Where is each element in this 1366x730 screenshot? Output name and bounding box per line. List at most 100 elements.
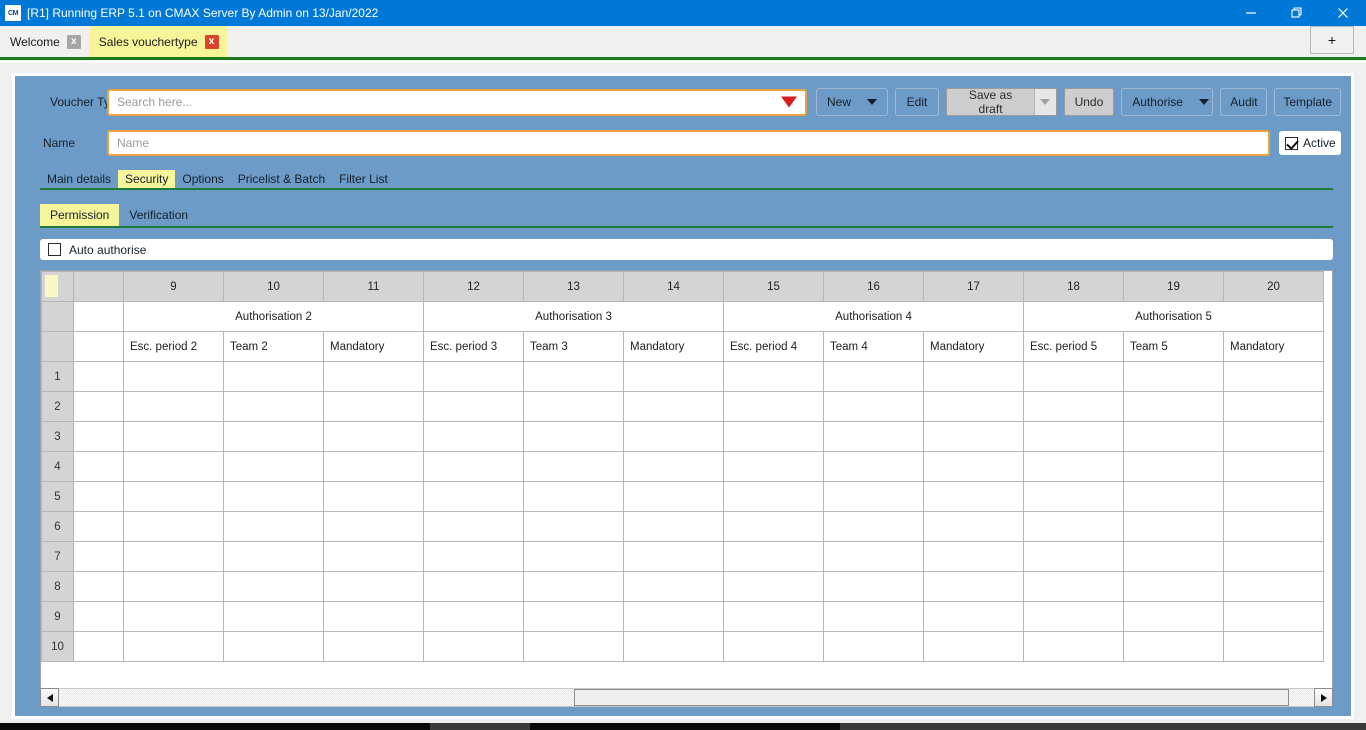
- grid-cell[interactable]: [423, 391, 524, 422]
- subheader-mandatory-5[interactable]: Mandatory: [1223, 331, 1324, 362]
- grid-cell[interactable]: [1123, 421, 1224, 452]
- grid-cell[interactable]: [623, 481, 724, 512]
- table-row[interactable]: 8: [41, 571, 1324, 602]
- scroll-right-arrow-icon[interactable]: [1314, 688, 1333, 707]
- column-number-19[interactable]: 19: [1123, 271, 1224, 302]
- row-number-10[interactable]: 10: [41, 631, 74, 662]
- active-checkbox[interactable]: [1285, 136, 1298, 150]
- voucher-type-search-field[interactable]: [107, 88, 807, 116]
- undo-button[interactable]: Undo: [1063, 88, 1115, 116]
- grid-cell[interactable]: [923, 541, 1024, 572]
- row-selector-cell[interactable]: [73, 571, 124, 602]
- grid-cell[interactable]: [1123, 601, 1224, 632]
- subheader-team-4[interactable]: Team 4: [823, 331, 924, 362]
- column-number-11[interactable]: 11: [323, 271, 424, 302]
- name-input[interactable]: [107, 130, 1270, 156]
- row-selector-cell[interactable]: [73, 361, 124, 392]
- grid-cell[interactable]: [423, 421, 524, 452]
- grid-cell[interactable]: [223, 451, 324, 482]
- grid-cell[interactable]: [1223, 391, 1324, 422]
- grid-cell[interactable]: [1123, 361, 1224, 392]
- grid-cell[interactable]: [823, 421, 924, 452]
- grid-cell[interactable]: [123, 601, 224, 632]
- grid-cell[interactable]: [223, 631, 324, 662]
- grid-cell[interactable]: [1023, 451, 1124, 482]
- grid-cell[interactable]: [1023, 481, 1124, 512]
- grid-cell[interactable]: [1223, 571, 1324, 602]
- grid-cell[interactable]: [723, 511, 824, 542]
- row-selector-cell[interactable]: [73, 421, 124, 452]
- table-row[interactable]: 3: [41, 421, 1324, 452]
- grid-cell[interactable]: [423, 631, 524, 662]
- row-selector-cell[interactable]: [73, 451, 124, 482]
- grid-cell[interactable]: [323, 541, 424, 572]
- grid-cell[interactable]: [323, 571, 424, 602]
- subheader-esc-period-4[interactable]: Esc. period 4: [723, 331, 824, 362]
- row-number-1[interactable]: 1: [41, 361, 74, 392]
- template-button[interactable]: Template: [1274, 88, 1341, 116]
- grid-cell[interactable]: [923, 481, 1024, 512]
- scrollbar-track[interactable]: [59, 688, 1314, 707]
- grid-cell[interactable]: [423, 451, 524, 482]
- row-number-7[interactable]: 7: [41, 541, 74, 572]
- grid-cell[interactable]: [523, 361, 624, 392]
- grid-cell[interactable]: [123, 541, 224, 572]
- tab-options[interactable]: Options: [175, 170, 230, 188]
- grid-cell[interactable]: [323, 481, 424, 512]
- row-selector-cell[interactable]: [73, 631, 124, 662]
- grid-cell[interactable]: [1023, 601, 1124, 632]
- save-as-draft-split-button[interactable]: Save as draft: [946, 88, 1057, 116]
- grid-cell[interactable]: [823, 631, 924, 662]
- grid-cell[interactable]: [423, 511, 524, 542]
- row-selector-cell[interactable]: [73, 481, 124, 512]
- grid-cell[interactable]: [923, 571, 1024, 602]
- grid-cell[interactable]: [823, 601, 924, 632]
- grid-cell[interactable]: [523, 601, 624, 632]
- grid-corner-cell[interactable]: [41, 271, 74, 302]
- grid-cell[interactable]: [723, 601, 824, 632]
- grid-cell[interactable]: [223, 541, 324, 572]
- auto-authorise-checkbox[interactable]: [48, 243, 61, 256]
- grid-cell[interactable]: [1223, 481, 1324, 512]
- new-button[interactable]: New: [816, 88, 888, 116]
- column-number-9[interactable]: 9: [123, 271, 224, 302]
- grid-cell[interactable]: [1123, 541, 1224, 572]
- grid-cell[interactable]: [1023, 391, 1124, 422]
- grid-cell[interactable]: [823, 451, 924, 482]
- column-number-14[interactable]: 14: [623, 271, 724, 302]
- table-row[interactable]: 9: [41, 601, 1324, 632]
- grid-cell[interactable]: [623, 451, 724, 482]
- grid-cell[interactable]: [323, 421, 424, 452]
- grid-cell[interactable]: [323, 451, 424, 482]
- grid-cell[interactable]: [823, 481, 924, 512]
- grid-cell[interactable]: [1223, 601, 1324, 632]
- grid-cell[interactable]: [123, 481, 224, 512]
- grid-cell[interactable]: [223, 601, 324, 632]
- grid-cell[interactable]: [623, 391, 724, 422]
- grid-cell[interactable]: [923, 391, 1024, 422]
- row-number-6[interactable]: 6: [41, 511, 74, 542]
- subheader-mandatory-4[interactable]: Mandatory: [923, 331, 1024, 362]
- grid-cell[interactable]: [223, 391, 324, 422]
- row-number-2[interactable]: 2: [41, 391, 74, 422]
- grid-cell[interactable]: [1123, 451, 1224, 482]
- grid-cell[interactable]: [1123, 511, 1224, 542]
- column-number-13[interactable]: 13: [523, 271, 624, 302]
- grid-cell[interactable]: [423, 361, 524, 392]
- grid-cell[interactable]: [1223, 361, 1324, 392]
- grid-cell[interactable]: [823, 361, 924, 392]
- subheader-team-3[interactable]: Team 3: [523, 331, 624, 362]
- grid-cell[interactable]: [523, 571, 624, 602]
- grid-cell[interactable]: [223, 361, 324, 392]
- grid-cell[interactable]: [923, 451, 1024, 482]
- grid-cell[interactable]: [323, 631, 424, 662]
- grid-cell[interactable]: [823, 541, 924, 572]
- grid-cell[interactable]: [723, 541, 824, 572]
- column-number-17[interactable]: 17: [923, 271, 1024, 302]
- grid-cell[interactable]: [323, 511, 424, 542]
- search-input[interactable]: [109, 90, 805, 114]
- table-row[interactable]: 7: [41, 541, 1324, 572]
- grid-cell[interactable]: [723, 361, 824, 392]
- permission-grid[interactable]: 9 10 11 12 13 14 15 16 17 18 19 20 Autho…: [40, 270, 1333, 696]
- grid-cell[interactable]: [123, 631, 224, 662]
